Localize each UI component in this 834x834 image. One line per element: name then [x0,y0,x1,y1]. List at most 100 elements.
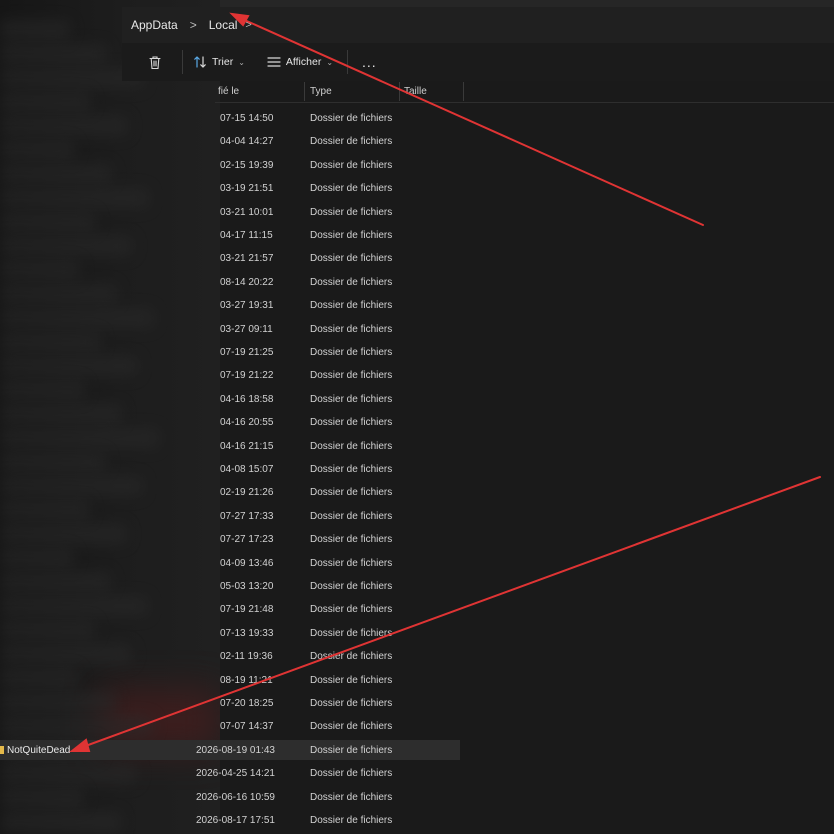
file-modified-date: 08-19 11:21 [220,674,273,686]
file-type: Dossier de fichiers [310,440,393,452]
file-row[interactable]: 07-20 18:25 Dossier de fichiers [0,692,834,715]
file-row[interactable]: 04-16 18:58 Dossier de fichiers [0,388,834,411]
file-type: Dossier de fichiers [310,230,393,241]
trash-icon [149,55,161,69]
file-row[interactable]: 04-08 15:07 Dossier de fichiers [0,458,834,481]
address-bar[interactable]: AppData > Local > [122,7,834,43]
file-modified-date: 05-03 13:20 [220,581,274,592]
file-type: Dossier de fichiers [310,113,393,124]
file-row[interactable]: 03-27 19:31 Dossier de fichiers [0,294,834,317]
chevron-down-icon: ⌄ [238,57,245,67]
file-type: Dossier de fichiers [310,253,393,265]
blurred-nav-item [0,44,107,64]
file-row[interactable]: 07-13 19:33 Dossier de fichiers [0,622,834,645]
blurred-nav-item [0,20,70,40]
view-label: Afficher [285,56,322,68]
breadcrumb-local[interactable]: Local [203,18,244,32]
file-type: Dossier de fichiers [310,464,393,475]
column-resize-handle[interactable] [399,82,400,101]
column-type[interactable]: Type [310,81,332,102]
file-modified-date: 03-27 09:11 [220,323,273,335]
file-row[interactable]: 02-11 19:36 Dossier de fichiers [0,645,834,668]
view-button[interactable]: Afficher ⌄ [261,47,339,77]
file-modified-date: 03-19 21:51 [220,183,274,195]
file-type: Dossier de fichiers [310,627,393,639]
file-row[interactable]: 07-15 14:50 Dossier de fichiers [0,107,834,130]
file-row[interactable]: 2026-06-16 10:59 Dossier de fichiers [0,786,834,809]
file-row[interactable]: 07-27 17:33 Dossier de fichiers [0,505,834,528]
file-row[interactable]: 02-15 19:39 Dossier de fichiers [0,154,834,177]
folder-icon [0,745,4,754]
file-row[interactable]: 04-04 14:27 Dossier de fichiers [0,130,834,153]
file-row[interactable]: 07-19 21:22 Dossier de fichiers [0,364,834,387]
file-row[interactable]: 02-19 21:26 Dossier de fichiers [0,481,834,504]
file-modified-date: 04-16 21:15 [220,440,274,452]
file-row[interactable]: 07-07 14:37 Dossier de fichiers [0,715,834,738]
file-modified-date: 08-14 20:22 [220,276,274,288]
column-resize-handle[interactable] [463,82,464,101]
file-type: Dossier de fichiers [310,300,393,312]
file-type: Dossier de fichiers [310,347,393,358]
file-row[interactable]: 03-19 21:51 Dossier de fichiers [0,177,834,200]
file-modified-date: 03-21 10:01 [220,206,274,218]
column-modified[interactable]: fié le [218,81,239,102]
file-type: Dossier de fichiers [310,674,393,686]
file-type: Dossier de fichiers [310,721,393,733]
file-modified-date: 2026-06-16 10:59 [196,791,275,803]
file-modified-date: 07-27 17:33 [220,510,274,522]
file-row[interactable]: 07-19 21:25 Dossier de fichiers [0,341,834,364]
file-type: Dossier de fichiers [310,206,393,218]
file-row[interactable]: 2026-08-17 17:51 Dossier de fichiers [0,809,834,832]
breadcrumb-expand-icon[interactable]: > [245,19,251,31]
file-type: Dossier de fichiers [310,159,393,171]
file-modified-date: 07-20 18:25 [220,698,274,709]
file-row[interactable]: 08-19 11:21 Dossier de fichiers [0,669,834,692]
command-bar: Trier ⌄ Afficher ⌄ ... [122,43,834,81]
column-resize-handle[interactable] [304,82,305,101]
file-type: Dossier de fichiers [310,698,393,709]
file-modified-date: 03-27 19:31 [220,300,274,312]
file-type: Dossier de fichiers [310,417,393,429]
file-type: Dossier de fichiers [310,136,393,148]
file-type: Dossier de fichiers [310,744,393,756]
file-modified-date: 07-19 21:22 [220,370,274,382]
file-row[interactable]: 03-21 10:01 Dossier de fichiers [0,201,834,224]
file-modified-date: 04-16 18:58 [220,393,274,405]
file-modified-date: 04-04 14:27 [220,136,274,148]
file-type: Dossier de fichiers [310,791,393,803]
column-size[interactable]: Taille [404,81,427,102]
delete-button[interactable] [142,47,168,77]
file-name: NotQuiteDead [7,744,71,756]
file-type: Dossier de fichiers [310,534,393,546]
breadcrumb-appdata[interactable]: AppData [125,18,184,32]
file-row[interactable]: 03-21 21:57 Dossier de fichiers [0,247,834,270]
file-modified-date: 04-09 13:46 [220,557,274,569]
chevron-down-icon: ⌄ [326,57,334,67]
file-row[interactable]: 04-16 20:55 Dossier de fichiers [0,411,834,434]
file-type: Dossier de fichiers [310,276,393,288]
file-row[interactable]: NotQuiteDead 2026-08-19 01:43 Dossier de f… [0,739,834,762]
file-type: Dossier de fichiers [310,651,393,663]
more-options-button[interactable]: ... [356,47,383,77]
file-type: Dossier de fichiers [310,370,393,382]
file-modified-date: 07-19 21:25 [220,347,274,358]
file-modified-date: 04-08 15:07 [220,464,274,475]
file-row[interactable]: 04-09 13:46 Dossier de fichiers [0,552,834,575]
sort-button[interactable]: Trier ⌄ [187,47,251,77]
file-modified-date: 02-11 19:36 [220,651,273,663]
view-icon [267,57,281,67]
file-row[interactable]: 07-27 17:23 Dossier de fichiers [0,528,834,551]
file-row[interactable]: 05-03 13:20 Dossier de fichiers [0,575,834,598]
file-row[interactable]: 07-19 21:48 Dossier de fichiers [0,598,834,621]
file-modified-date: 07-15 14:50 [220,113,274,124]
file-row[interactable]: 2026-04-25 14:21 Dossier de fichiers [0,762,834,785]
file-row[interactable]: 03-27 09:11 Dossier de fichiers [0,318,834,341]
file-row[interactable]: 04-17 11:15 Dossier de fichiers [0,224,834,247]
file-modified-date: 04-17 11:15 [220,230,273,241]
sort-icon [194,56,206,68]
column-header: fié le Type Taille [215,81,834,103]
file-row[interactable]: 04-16 21:15 Dossier de fichiers [0,435,834,458]
file-modified-date: 2026-04-25 14:21 [196,768,275,780]
file-row[interactable]: 08-14 20:22 Dossier de fichiers [0,271,834,294]
sort-label: Trier [212,56,234,68]
